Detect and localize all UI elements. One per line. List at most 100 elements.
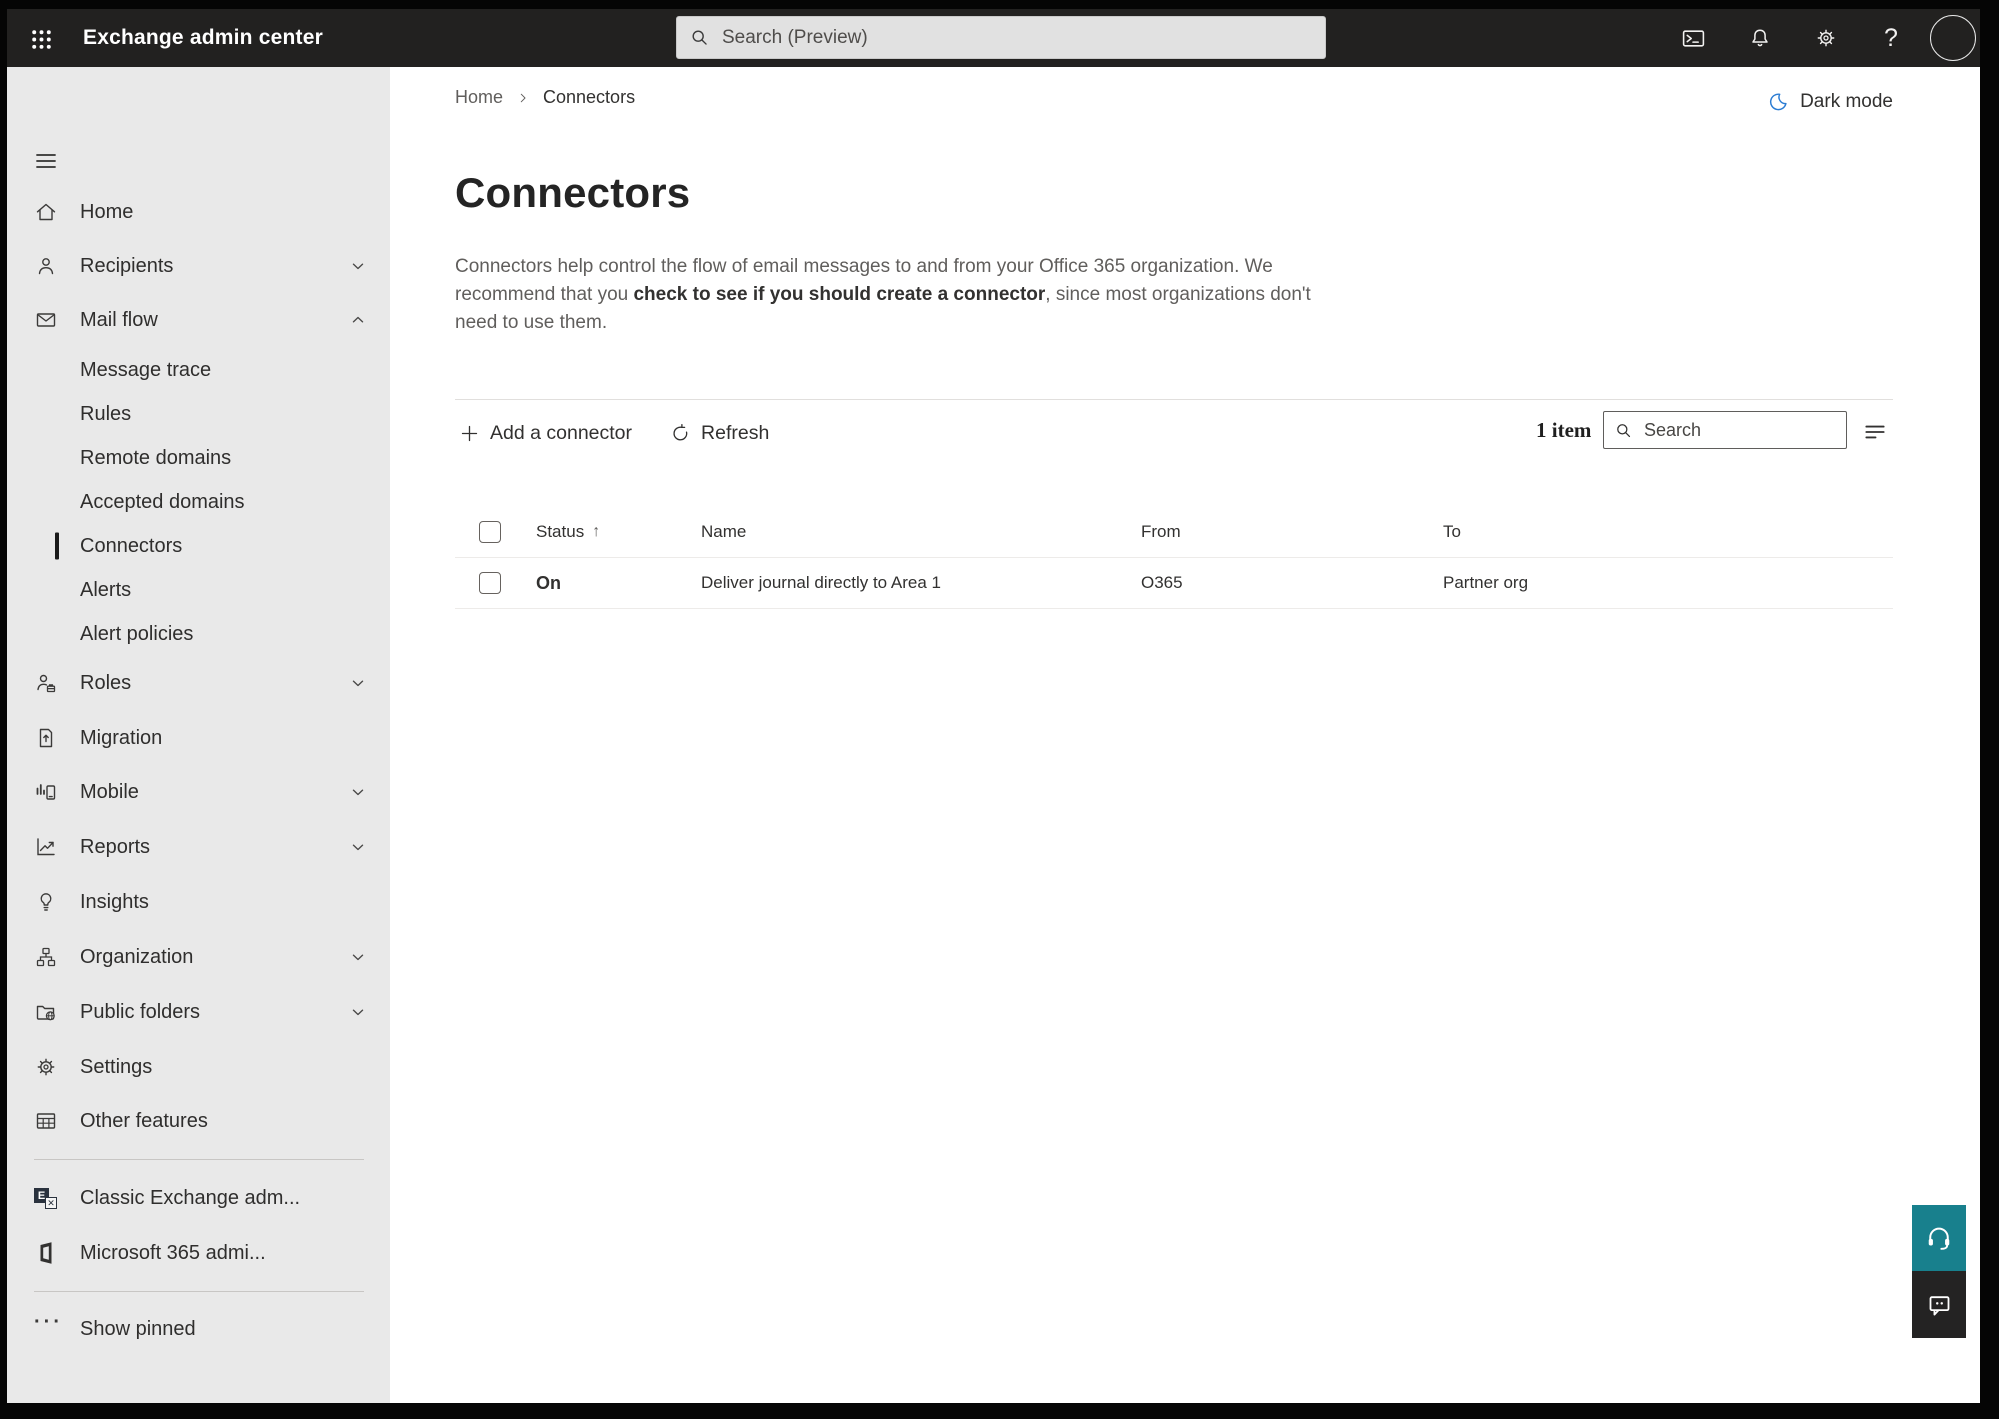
column-header-from[interactable]: From	[1141, 507, 1181, 557]
account-avatar[interactable]	[1930, 15, 1976, 61]
table-divider	[455, 608, 1893, 609]
column-header-to[interactable]: To	[1443, 507, 1461, 557]
sort-ascending-arrow: ↑	[592, 523, 601, 540]
grid-table-icon	[34, 1109, 58, 1133]
hamburger-menu-icon[interactable]	[34, 149, 60, 169]
ellipsis-icon: ···	[34, 1311, 63, 1333]
add-connector-button[interactable]: Add a connector	[455, 416, 636, 451]
sidebar-item-classic-exchange-admin[interactable]: E ✕ Classic Exchange adm...	[7, 1171, 390, 1225]
sidebar-item-other-features[interactable]: Other features	[7, 1094, 390, 1148]
mail-icon	[34, 308, 58, 332]
select-all-checkbox[interactable]	[479, 521, 501, 543]
sidebar-item-microsoft-365-admin[interactable]: Microsoft 365 admi...	[7, 1226, 390, 1280]
settings-gear-icon[interactable]	[1806, 18, 1846, 58]
sidebar-item-home[interactable]: Home	[7, 185, 390, 239]
column-header-status[interactable]: Status ↑	[536, 507, 600, 557]
chevron-down-icon	[348, 837, 368, 857]
sidebar-item-reports[interactable]: Reports	[7, 820, 390, 874]
help-icon[interactable]: ?	[1871, 18, 1911, 58]
sidebar-item-label: Mail flow	[80, 308, 158, 331]
sidebar-divider	[34, 1291, 364, 1292]
chevron-up-icon	[348, 310, 368, 330]
migration-icon	[34, 726, 58, 750]
home-icon	[34, 200, 58, 224]
sidebar-item-organization[interactable]: Organization	[7, 930, 390, 984]
sidebar-item-mail-flow[interactable]: Mail flow	[7, 293, 390, 347]
chevron-down-icon	[348, 947, 368, 967]
app-title: Exchange admin center	[83, 26, 323, 49]
sidebar-item-insights[interactable]: Insights	[7, 875, 390, 929]
gear-icon	[34, 1055, 58, 1079]
sidebar-item-alerts[interactable]: Alerts	[7, 568, 390, 612]
breadcrumb: Home Connectors	[455, 87, 635, 108]
app-launcher-icon[interactable]	[28, 26, 54, 52]
breadcrumb-current: Connectors	[543, 87, 636, 107]
sidebar-item-migration[interactable]: Migration	[7, 711, 390, 765]
global-search-input[interactable]	[720, 25, 1313, 50]
feedback-button[interactable]	[1912, 1271, 1966, 1338]
chevron-right-icon	[516, 91, 530, 105]
row-status: On	[536, 572, 561, 593]
mobile-icon	[34, 780, 58, 804]
screen: Exchange admin center ? Home Recipients	[0, 0, 1999, 1419]
sidebar-item-accepted-domains[interactable]: Accepted domains	[7, 480, 390, 524]
row-checkbox[interactable]	[479, 572, 501, 594]
row-to: Partner org	[1443, 573, 1529, 592]
m365-logo	[34, 1241, 58, 1265]
breadcrumb-home-link[interactable]: Home	[455, 87, 503, 108]
toolbar-top-divider	[455, 399, 1893, 400]
table-row[interactable]: On Deliver journal directly to Area 1 O3…	[390, 558, 1893, 608]
table-header-row: Status ↑ Name From To	[390, 507, 1893, 557]
sidebar-item-alert-policies[interactable]: Alert policies	[7, 612, 390, 656]
list-search-box[interactable]	[1603, 411, 1847, 449]
chevron-down-icon	[348, 673, 368, 693]
support-button[interactable]	[1912, 1205, 1966, 1271]
notifications-bell-icon[interactable]	[1740, 18, 1780, 58]
moon-icon	[1767, 91, 1789, 113]
sidebar-item-rules[interactable]: Rules	[7, 392, 390, 436]
sidebar-item-mobile[interactable]: Mobile	[7, 765, 390, 819]
person-icon	[34, 254, 58, 278]
lightbulb-icon	[34, 890, 58, 914]
global-search-box[interactable]	[676, 16, 1326, 59]
org-chart-icon	[34, 945, 58, 969]
sidebar-divider	[34, 1159, 364, 1160]
chevron-down-icon	[348, 256, 368, 276]
row-name: Deliver journal directly to Area 1	[701, 573, 942, 592]
roles-icon	[34, 671, 58, 695]
search-icon	[689, 27, 710, 48]
exchange-admin-center-window: Exchange admin center ? Home Recipients	[7, 9, 1980, 1403]
sidebar-item-connectors-selected[interactable]: Connectors	[7, 524, 390, 568]
top-app-bar: Exchange admin center ?	[7, 9, 1980, 67]
headset-icon	[1925, 1224, 1953, 1252]
dark-mode-toggle[interactable]: Dark mode	[1767, 91, 1893, 113]
sidebar-item-label: Recipients	[80, 254, 174, 277]
chevron-down-icon	[348, 782, 368, 802]
powershell-icon[interactable]	[1673, 18, 1713, 58]
sidebar-item-message-trace[interactable]: Message trace	[7, 348, 390, 392]
chevron-down-icon	[348, 1002, 368, 1022]
item-count: 1 item	[1536, 418, 1592, 442]
selected-indicator	[55, 532, 59, 560]
exchange-logo: E ✕	[34, 1186, 58, 1210]
description-link[interactable]: check to see if you should create a conn…	[633, 284, 1045, 305]
sidebar-item-recipients[interactable]: Recipients	[7, 239, 390, 293]
column-header-name[interactable]: Name	[701, 507, 746, 557]
feedback-chat-icon	[1926, 1291, 1953, 1318]
folder-globe-icon	[34, 1000, 58, 1024]
row-from: O365	[1141, 573, 1183, 592]
sidebar-item-label: Home	[80, 200, 134, 223]
list-search-input[interactable]	[1642, 418, 1836, 442]
plus-icon	[459, 423, 480, 444]
sidebar-item-public-folders[interactable]: Public folders	[7, 985, 390, 1039]
sidebar-item-settings[interactable]: Settings	[7, 1040, 390, 1094]
sidebar-nav: Home Recipients Mail flow Message trace …	[7, 67, 390, 1403]
refresh-button[interactable]: Refresh	[666, 416, 773, 451]
sort-lines-icon[interactable]	[1858, 417, 1892, 447]
sidebar-item-roles[interactable]: Roles	[7, 656, 390, 710]
reports-icon	[34, 835, 58, 859]
sidebar-item-remote-domains[interactable]: Remote domains	[7, 436, 390, 480]
page-title: Connectors	[455, 169, 691, 216]
sidebar-item-show-pinned[interactable]: ··· Show pinned	[7, 1302, 390, 1356]
page-description: Connectors help control the flow of emai…	[455, 256, 1311, 333]
